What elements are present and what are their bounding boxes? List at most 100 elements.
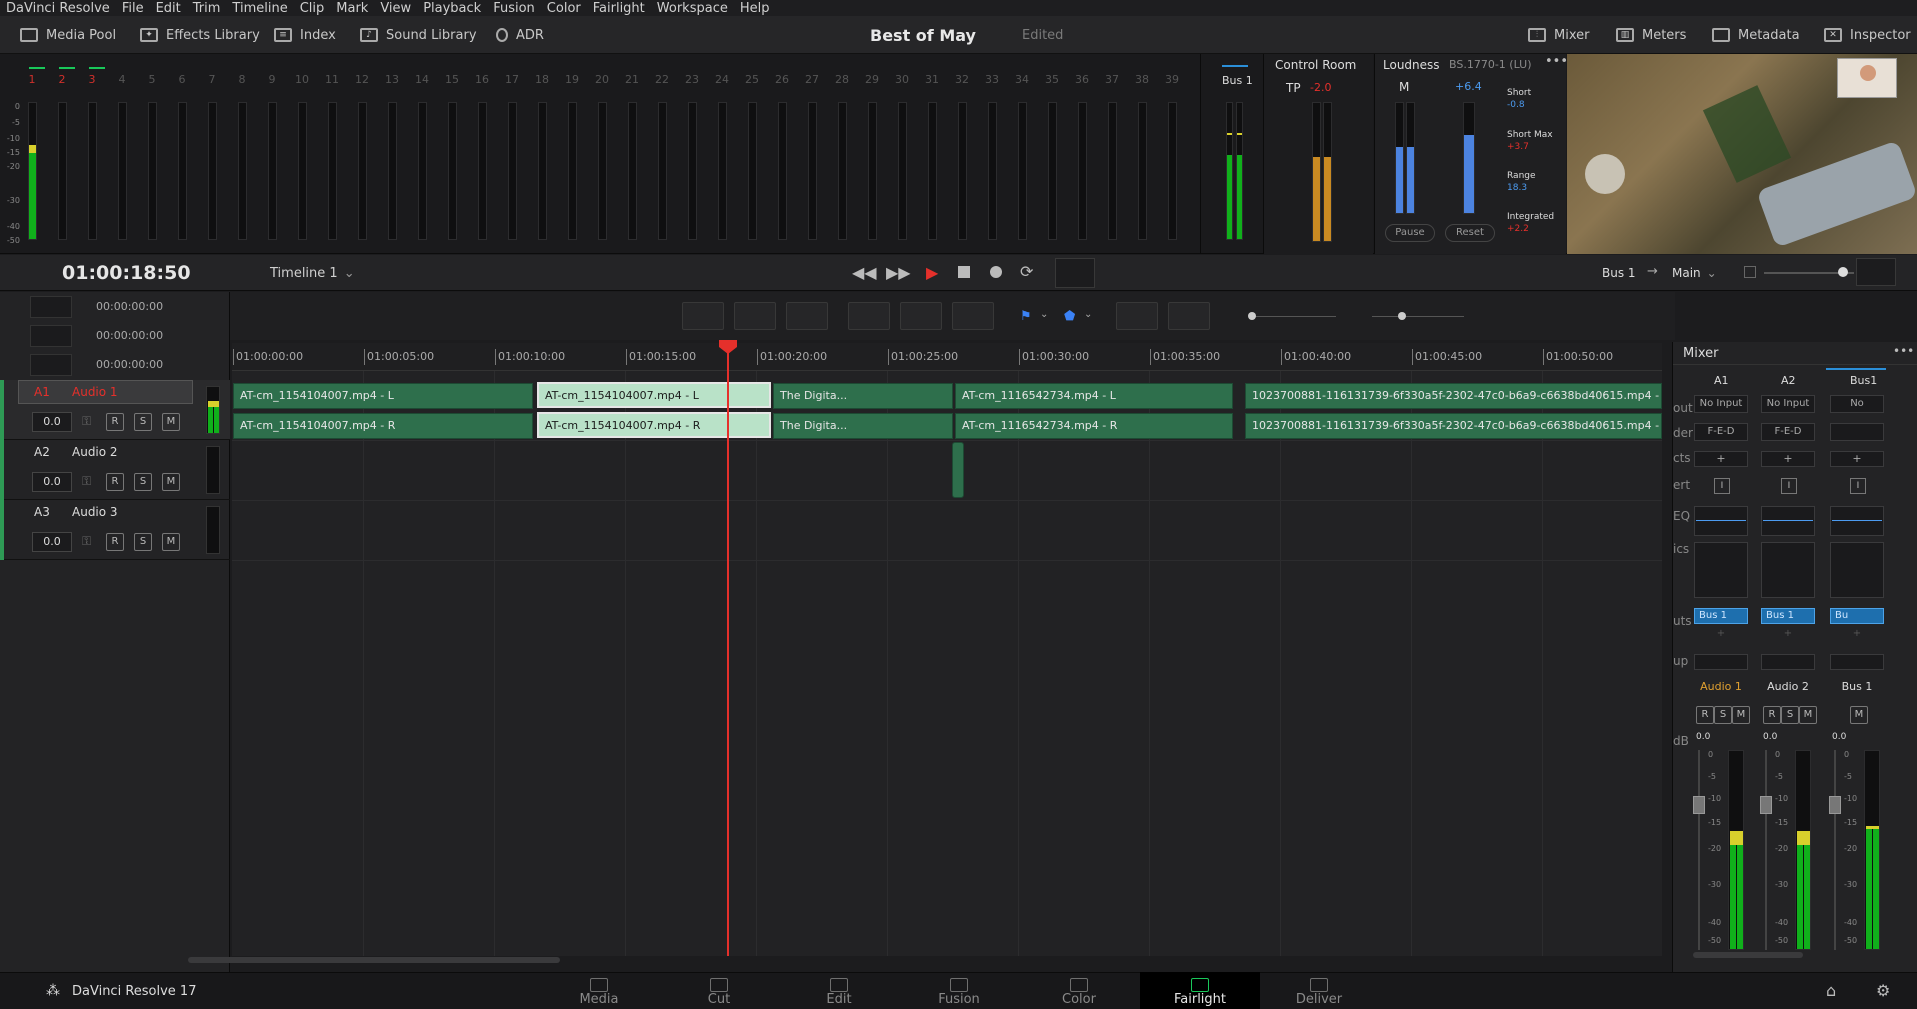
audio-clip[interactable]: AT-cm_1116542734.mp4 - L <box>955 383 1233 409</box>
mixer-order-select[interactable]: F-E-D <box>1761 423 1815 441</box>
mixer-fader-track[interactable] <box>1834 750 1836 950</box>
menu-clip[interactable]: Clip <box>300 1 325 16</box>
audio-clip[interactable]: 1023700881-116131739-6f330a5f-2302-47c0-… <box>1245 383 1662 409</box>
bus-selector[interactable]: Bus 1 <box>1602 266 1636 280</box>
marker-icon[interactable]: ⬟ <box>1064 309 1075 324</box>
mixer-bus-output[interactable]: Bus 1 <box>1694 608 1748 624</box>
adr-button[interactable]: ADR <box>496 25 544 45</box>
video-viewer[interactable] <box>1567 54 1917 254</box>
lock-icon[interactable]: ⚿ <box>82 414 91 429</box>
dim-checkbox[interactable] <box>1744 266 1756 278</box>
menu-timeline[interactable]: Timeline <box>232 1 287 16</box>
chevron-down-icon[interactable]: ⌄ <box>1040 309 1048 320</box>
menu-playback[interactable]: Playback <box>423 1 481 16</box>
menu-file[interactable]: File <box>122 1 144 16</box>
mixer-input-select[interactable]: No Input <box>1761 395 1815 413</box>
audio-clip[interactable]: AT-cm_1154104007.mp4 - R <box>233 413 533 439</box>
page-tab-fairlight[interactable]: Fairlight <box>1140 972 1260 1009</box>
effects-library-button[interactable]: ✦ Effects Library <box>140 25 260 45</box>
track-volume-a2[interactable]: 0.0 <box>32 472 72 492</box>
page-tab-color[interactable]: Color <box>1019 972 1139 1009</box>
menu-edit[interactable]: Edit <box>156 1 181 16</box>
lock-icon[interactable]: ⚿ <box>82 534 91 549</box>
timecode-field-box-3[interactable] <box>30 354 72 376</box>
menu-color[interactable]: Color <box>547 1 581 16</box>
solo-button-a2[interactable]: S <box>134 473 152 491</box>
media-pool-button[interactable]: Media Pool <box>20 25 116 45</box>
tool-pointer-button[interactable] <box>682 302 724 330</box>
mixer-insert-button[interactable]: I <box>1714 478 1730 494</box>
chevron-down-icon[interactable]: ⌄ <box>1084 309 1092 320</box>
mixer-group-select[interactable] <box>1830 654 1884 670</box>
reset-button[interactable]: Reset <box>1445 224 1495 242</box>
mixer-mute-button[interactable]: M <box>1850 706 1868 724</box>
tool-link-button[interactable] <box>900 302 942 330</box>
timecode-field-box-2[interactable] <box>30 325 72 347</box>
monitor-level-box[interactable] <box>1856 258 1896 286</box>
tool-razor-button[interactable] <box>786 302 828 330</box>
horizontal-zoom-handle[interactable] <box>1248 312 1256 320</box>
mixer-bus-add[interactable]: + <box>1830 628 1884 642</box>
track-volume-a1[interactable]: 0.0 <box>32 412 72 432</box>
audio-clip-selected[interactable]: AT-cm_1154104007.mp4 - R <box>537 412 771 438</box>
solo-button-a1[interactable]: S <box>134 413 152 431</box>
track-volume-a3[interactable]: 0.0 <box>32 532 72 552</box>
menu-help[interactable]: Help <box>740 1 770 16</box>
vertical-zoom-handle[interactable] <box>1398 312 1406 320</box>
mute-button-a1[interactable]: M <box>162 413 180 431</box>
output-selector[interactable]: Main ⌄ <box>1672 266 1717 280</box>
page-tab-cut[interactable]: Cut <box>659 972 779 1009</box>
gear-icon[interactable]: ⚙ <box>1876 981 1890 1000</box>
timeline-selector[interactable]: Timeline 1 ⌄ <box>270 266 355 281</box>
home-icon[interactable]: ⌂ <box>1826 981 1836 1000</box>
mixer-mute-button[interactable]: M <box>1799 706 1817 724</box>
mixer-insert-button[interactable]: I <box>1781 478 1797 494</box>
mixer-group-select[interactable] <box>1761 654 1815 670</box>
track-header-a1[interactable]: A1 Audio 1 0.0 ⚿ R S M <box>0 380 230 440</box>
clip-fragment[interactable] <box>952 442 964 498</box>
pause-button[interactable]: Pause <box>1385 224 1435 242</box>
mixer-record-button[interactable]: R <box>1696 706 1714 724</box>
record-arm-button-a3[interactable]: R <box>106 533 124 551</box>
page-tab-media[interactable]: Media <box>539 972 659 1009</box>
flag-icon[interactable]: ⚑ <box>1020 309 1032 324</box>
mixer-bus-output[interactable]: Bu <box>1830 608 1884 624</box>
mixer-solo-button[interactable]: S <box>1714 706 1732 724</box>
menu-app[interactable]: DaVinci Resolve <box>6 1 110 16</box>
mixer-insert-button[interactable]: I <box>1850 478 1866 494</box>
track-header-a2[interactable]: A2 Audio 2 0.0 ⚿ R S M <box>0 440 230 500</box>
menu-mark[interactable]: Mark <box>336 1 368 16</box>
menu-fusion[interactable]: Fusion <box>493 1 535 16</box>
record-arm-button-a2[interactable]: R <box>106 473 124 491</box>
mixer-effects-add[interactable]: + <box>1830 451 1884 467</box>
rewind-icon[interactable]: ◀◀ <box>852 263 877 282</box>
track-name-a1[interactable]: Audio 1 <box>72 385 118 399</box>
tool-snap-button[interactable] <box>848 302 890 330</box>
mixer-dynamics-graph[interactable] <box>1830 542 1884 598</box>
mixer-bus-add[interactable]: + <box>1761 628 1815 642</box>
audio-clip[interactable]: AT-cm_1116542734.mp4 - R <box>955 413 1233 439</box>
page-tab-edit[interactable]: Edit <box>779 972 899 1009</box>
mixer-fader-track[interactable] <box>1765 750 1767 950</box>
menu-view[interactable]: View <box>380 1 411 16</box>
mixer-eq-graph[interactable] <box>1761 506 1815 536</box>
mixer-eq-graph[interactable] <box>1694 506 1748 536</box>
mixer-group-select[interactable] <box>1694 654 1748 670</box>
transport-extra-box[interactable] <box>1055 258 1095 288</box>
mixer-bus-output[interactable]: Bus 1 <box>1761 608 1815 624</box>
menu-fairlight[interactable]: Fairlight <box>593 1 645 16</box>
sound-library-button[interactable]: ♪ Sound Library <box>360 25 477 45</box>
mute-button-a2[interactable]: M <box>162 473 180 491</box>
meters-toggle-button[interactable]: ▥ Meters <box>1616 25 1686 45</box>
fast-forward-icon[interactable]: ▶▶ <box>886 263 911 282</box>
track-name-a2[interactable]: Audio 2 <box>72 445 118 459</box>
mixer-solo-button[interactable]: S <box>1781 706 1799 724</box>
record-arm-button-a1[interactable]: R <box>106 413 124 431</box>
audio-clip[interactable]: The Digita... <box>773 413 953 439</box>
monitor-level-handle[interactable] <box>1838 267 1848 277</box>
mixer-fader-handle[interactable] <box>1829 796 1841 814</box>
solo-button-a3[interactable]: S <box>134 533 152 551</box>
mixer-record-button[interactable]: R <box>1763 706 1781 724</box>
zoom-detail-button[interactable] <box>1168 302 1210 330</box>
mixer-fader-track[interactable] <box>1698 750 1700 950</box>
